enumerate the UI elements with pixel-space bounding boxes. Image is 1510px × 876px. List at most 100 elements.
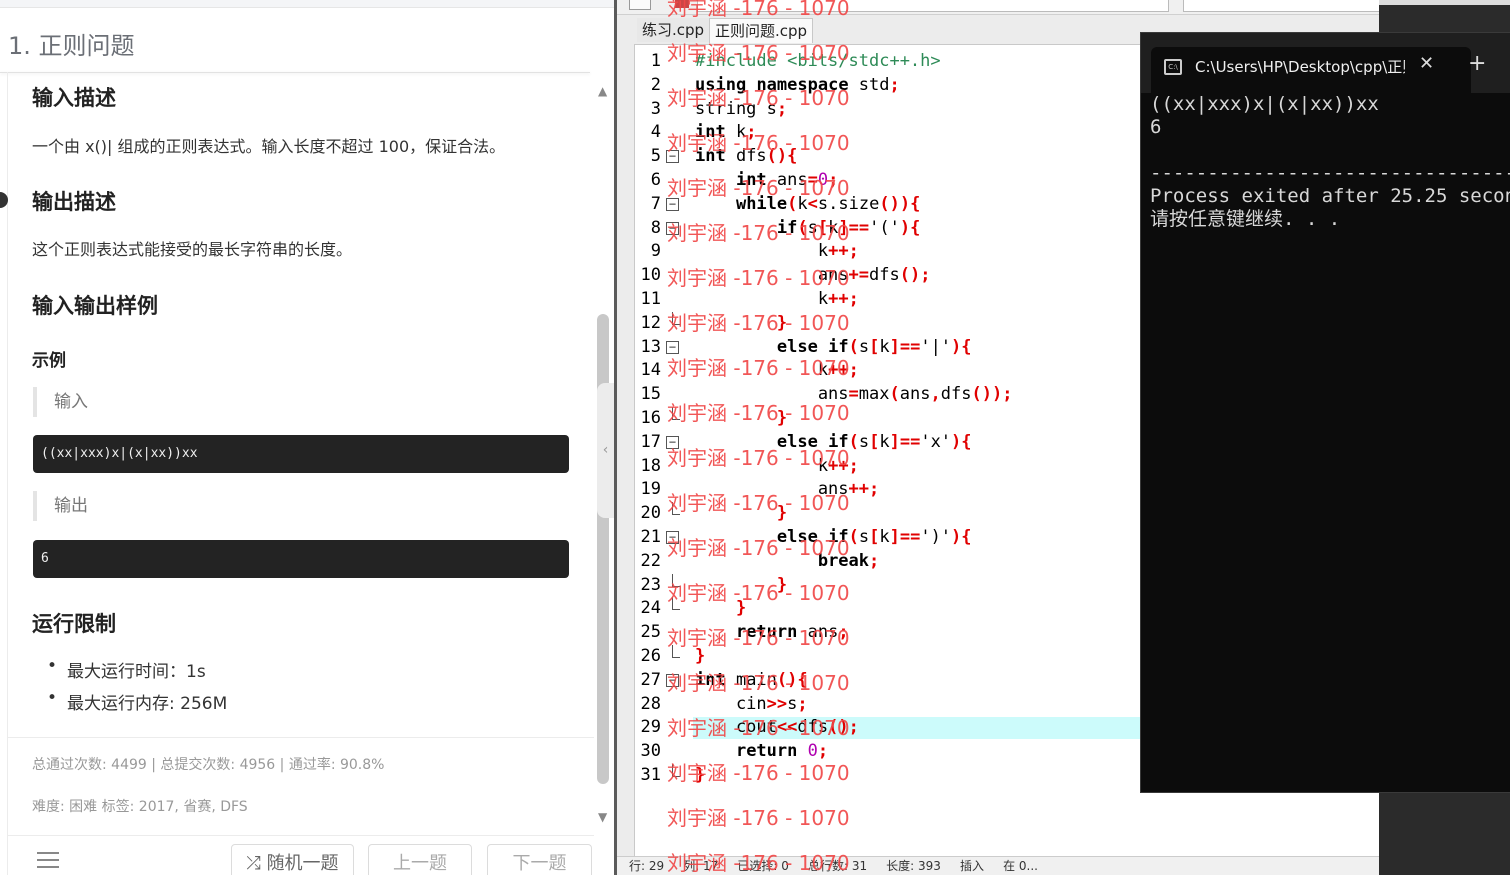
watermark-text: 刘宇涵 -176 - 1070 [667,131,850,155]
close-tab-icon[interactable]: ✕ [1419,53,1434,74]
line-number: 9 [650,241,661,262]
console-line-input: ((xx|xxx)x|(x|xx))xx [1150,93,1379,115]
output-heading: 输出描述 [32,190,116,214]
console-line-result: 6 [1150,116,1162,138]
line-number: 28 [640,693,661,714]
line-number: 15 [640,384,661,405]
limit-time: 最大运行时间：1s [47,656,206,682]
line-number: 5 [650,146,661,167]
watermark-text: 刘宇涵 -176 - 1070 [667,266,850,290]
watermark-text: 刘宇涵 -176 - 1070 [667,491,850,515]
watermark-text: 刘宇涵 -176 - 1070 [667,0,850,20]
limit-memory-text: 最大运行内存: 256M [67,694,228,714]
stats-divider [8,737,594,738]
scroll-up-icon[interactable]: ▲ [598,84,607,98]
watermark-text: 刘宇涵 -176 - 1070 [667,581,850,605]
line-number: 27 [640,669,661,690]
watermark-text: 刘宇涵 -176 - 1070 [667,41,850,65]
content-border [7,72,8,875]
console-window[interactable]: C:\ C:\Users\HP\Desktop\cpp\正则 ✕ + ((xx|… [1140,32,1510,793]
line-number: 20 [640,503,661,524]
example-label: 示例 [32,351,66,371]
limits-heading: 运行限制 [32,612,116,636]
list-menu-icon[interactable] [37,852,59,868]
line-number: 12 [640,312,661,333]
toolbar-window-icon[interactable] [629,0,651,10]
input-description: 一个由 x()| 组成的正则表达式。输入长度不超过 100，保证合法。 [32,137,506,156]
watermark-text: 刘宇涵 -176 - 1070 [667,446,850,470]
watermark-text: 刘宇涵 -176 - 1070 [667,176,850,200]
desktop-top-bar [1379,0,1510,5]
shuffle-icon: ⤮ [246,853,261,874]
console-separator: -------------------------------- [1150,162,1510,184]
watermark-text: 刘宇涵 -176 - 1070 [667,716,850,740]
terminal-icon: C:\ [1164,59,1182,75]
next-problem-button[interactable]: 下一题 [487,844,592,875]
limit-time-text: 最大运行时间：1s [67,662,206,682]
submission-stats: 总通过次数: 4499 | 总提交次数: 4956 | 通过率: 90.8% [32,757,385,773]
random-problem-label: 随机一题 [266,853,339,874]
watermark-text: 刘宇涵 -176 - 1070 [667,851,850,875]
line-number: 22 [640,550,661,571]
input-heading: 输入描述 [32,86,116,110]
watermark-text: 刘宇涵 -176 - 1070 [667,806,850,830]
title-divider [0,72,590,73]
console-line-empty [1150,139,1510,162]
console-output: ((xx|xxx)x|(x|xx))xx 6 ------------------… [1150,93,1510,231]
limit-memory: 最大运行内存: 256M [47,688,228,714]
watermark-text: 刘宇涵 -176 - 1070 [667,626,850,650]
line-number: 29 [640,717,661,738]
line-number: 18 [640,455,661,476]
watermark-text: 刘宇涵 -176 - 1070 [667,761,850,785]
watermark-text: 刘宇涵 -176 - 1070 [667,401,850,425]
watermark-text: 刘宇涵 -176 - 1070 [667,356,850,380]
sample-output-label: 输出 [33,491,88,521]
page-top-border [0,0,614,8]
footer-divider [8,835,594,836]
line-number: 19 [640,479,661,500]
sample-heading: 输入输出样例 [32,294,158,318]
problem-title: 1. 正则问题 [8,32,135,60]
console-exit-message: Process exited after 25.25 seconds with … [1150,185,1510,207]
line-number: 26 [640,646,661,666]
watermark-text: 刘宇涵 -176 - 1070 [667,86,850,110]
output-description: 这个正则表达式能接受的最长字符串的长度。 [32,240,353,259]
scroll-down-icon[interactable]: ▼ [598,810,607,824]
chevron-left-icon: ‹ [602,442,609,458]
line-number: 14 [640,360,661,381]
line-number: 16 [640,408,661,428]
watermark-text: 刘宇涵 -176 - 1070 [667,311,850,335]
random-problem-button[interactable]: ⤮ 随机一题 [231,844,354,875]
sample-input-label: 输入 [33,387,88,417]
watermark-text: 刘宇涵 -176 - 1070 [667,221,850,245]
watermark-text: 刘宇涵 -176 - 1070 [667,536,850,560]
sample-input-code[interactable]: ((xx|xxx)x|(x|xx))xx [33,435,569,473]
line-number: 7 [650,193,661,214]
collapse-panel-handle[interactable]: ‹ [597,383,614,518]
line-number: 31 [640,765,661,785]
line-number: 21 [640,527,661,547]
line-number: 8 [650,217,661,238]
line-number: 1 [650,51,661,71]
problem-page: 1. 正则问题 输入描述 一个由 x()| 组成的正则表达式。输入长度不超过 1… [0,0,614,875]
line-number: 4 [650,122,661,143]
new-tab-icon[interactable]: + [1468,51,1486,76]
console-tab[interactable]: C:\ C:\Users\HP\Desktop\cpp\正则 ✕ [1151,47,1471,93]
line-number: 24 [640,598,661,619]
line-number: 30 [640,741,661,762]
line-number: 10 [640,265,661,286]
console-title: C:\Users\HP\Desktop\cpp\正则 [1195,58,1405,76]
console-titlebar: C:\ C:\Users\HP\Desktop\cpp\正则 ✕ + [1141,33,1510,93]
prev-problem-button[interactable]: 上一题 [368,844,472,875]
line-number: 2 [650,74,661,95]
sample-output-code[interactable]: 6 [33,540,569,578]
console-press-key: 请按任意键继续. . . [1150,208,1341,230]
line-number: 3 [650,98,661,119]
toolbar-method-combo[interactable] [1183,0,1381,12]
line-number: 13 [640,336,661,357]
line-number: 25 [640,622,661,643]
line-number: 11 [640,289,661,309]
watermark-text: 刘宇涵 -176 - 1070 [667,671,850,695]
line-number: 23 [640,574,661,595]
line-number: 6 [650,170,661,190]
